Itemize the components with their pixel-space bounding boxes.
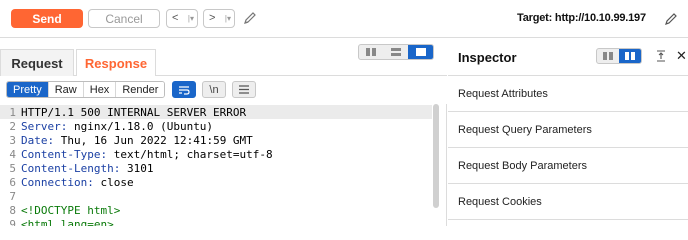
line-text: <!DOCTYPE html>: [21, 203, 121, 217]
chevron-down-icon: |▾: [187, 13, 194, 23]
message-panel: Request Response Pretty Raw Hex Render \…: [0, 38, 447, 226]
line-number: 7: [9, 189, 16, 203]
editor-line: 7: [0, 189, 432, 203]
chevron-down-icon: |▾: [224, 13, 231, 23]
editor-scrollbar[interactable]: [433, 104, 439, 208]
inspector-header: Inspector ✕: [448, 38, 688, 76]
header-key: Connection:: [21, 175, 94, 189]
wrap-lines-icon[interactable]: [172, 81, 196, 98]
format-raw-button[interactable]: Raw: [48, 82, 84, 97]
header-key: Content-Type:: [21, 147, 108, 161]
line-text: HTTP/1.1 500 INTERNAL SERVER ERROR: [21, 105, 247, 119]
header-key: Date:: [21, 133, 55, 147]
split-horizontal-icon[interactable]: [359, 45, 384, 59]
line-number: 5: [9, 161, 16, 175]
align-center-icon[interactable]: [654, 49, 668, 63]
line-content: Content-Length: 3101: [19, 162, 153, 175]
inspector-item-request-attributes[interactable]: Request Attributes: [448, 76, 688, 112]
editor-line: 6 Connection: close: [0, 175, 432, 189]
inspector-item-body-parameters[interactable]: Request Body Parameters: [448, 148, 688, 184]
line-content: Date: Thu, 16 Jun 2022 12:41:59 GMT: [19, 134, 253, 147]
line-content: Connection: close: [19, 176, 134, 189]
format-toolbar: Pretty Raw Hex Render \n: [0, 76, 447, 104]
history-back-button[interactable]: < |▾: [166, 9, 198, 28]
pencil-icon[interactable]: [242, 10, 258, 26]
header-value: close: [93, 175, 134, 189]
split-horizontal-icon[interactable]: [597, 49, 619, 63]
line-text: <html lang=en>: [21, 217, 114, 227]
hamburger-menu-icon[interactable]: [232, 81, 256, 98]
split-vertical-icon[interactable]: [384, 45, 409, 59]
format-hex-button[interactable]: Hex: [83, 82, 117, 97]
forward-arrow-icon: >: [209, 12, 216, 24]
line-content: HTTP/1.1 500 INTERNAL SERVER ERROR: [19, 106, 246, 119]
response-editor[interactable]: 1 HTTP/1.1 500 INTERNAL SERVER ERROR 2 Serv…: [0, 104, 440, 226]
tab-request[interactable]: Request: [0, 49, 74, 76]
line-number: 8: [9, 203, 16, 217]
top-toolbar: Send Cancel < |▾ > |▾ Target: http://10.…: [0, 0, 688, 38]
line-content: <html lang=en>: [19, 218, 114, 227]
line-number: 2: [9, 119, 16, 133]
inspector-layout-toggle[interactable]: [596, 48, 642, 64]
header-value: text/html; charset=utf-8: [107, 147, 273, 161]
target-label: Target: http://10.10.99.197: [517, 12, 646, 24]
single-pane-icon[interactable]: [408, 45, 433, 59]
format-pretty-button[interactable]: Pretty: [7, 82, 49, 97]
tab-strip: Request Response: [0, 38, 447, 77]
line-number: 4: [9, 147, 16, 161]
editor-line: 5 Content-Length: 3101: [0, 161, 432, 175]
editor-line: 9 <html lang=en>: [0, 217, 432, 227]
line-number: 3: [9, 133, 16, 147]
inspector-item-cookies[interactable]: Request Cookies: [448, 184, 688, 220]
editor-line: 2 Server: nginx/1.18.0 (Ubuntu): [0, 119, 432, 133]
format-render-button[interactable]: Render: [116, 82, 165, 97]
line-content: Server: nginx/1.18.0 (Ubuntu): [19, 120, 213, 133]
tab-response[interactable]: Response: [76, 49, 156, 77]
header-key: Content-Length:: [21, 161, 121, 175]
inspector-panel: Inspector ✕ Request Attributes Request Q…: [448, 38, 688, 226]
layout-toggle[interactable]: [358, 44, 434, 60]
show-newlines-button[interactable]: \n: [202, 81, 226, 98]
format-mode-group: Pretty Raw Hex Render: [6, 81, 166, 98]
line-content: Content-Type: text/html; charset=utf-8: [19, 148, 273, 161]
edit-target-icon[interactable]: [663, 11, 679, 27]
header-key: Server:: [21, 119, 68, 133]
single-pane-icon[interactable]: [619, 49, 641, 63]
header-value: 3101: [120, 161, 154, 175]
header-value: Thu, 16 Jun 2022 12:41:59 GMT: [54, 133, 253, 147]
close-icon[interactable]: ✕: [676, 48, 687, 64]
editor-line: 8 <!DOCTYPE html>: [0, 203, 432, 217]
inspector-item-query-parameters[interactable]: Request Query Parameters: [448, 112, 688, 148]
cancel-button[interactable]: Cancel: [88, 9, 160, 28]
editor-line: 1 HTTP/1.1 500 INTERNAL SERVER ERROR: [0, 105, 432, 119]
line-content: <!DOCTYPE html>: [19, 204, 120, 217]
send-button[interactable]: Send: [11, 9, 83, 28]
line-number: 6: [9, 175, 16, 189]
history-forward-button[interactable]: > |▾: [203, 9, 235, 28]
inspector-title: Inspector: [458, 50, 517, 65]
header-value: nginx/1.18.0 (Ubuntu): [67, 119, 214, 133]
line-number: 9: [9, 217, 16, 227]
back-arrow-icon: <: [172, 12, 179, 24]
editor-line: 3 Date: Thu, 16 Jun 2022 12:41:59 GMT: [0, 133, 432, 147]
line-number: 1: [9, 105, 16, 119]
editor-line: 4 Content-Type: text/html; charset=utf-8: [0, 147, 432, 161]
